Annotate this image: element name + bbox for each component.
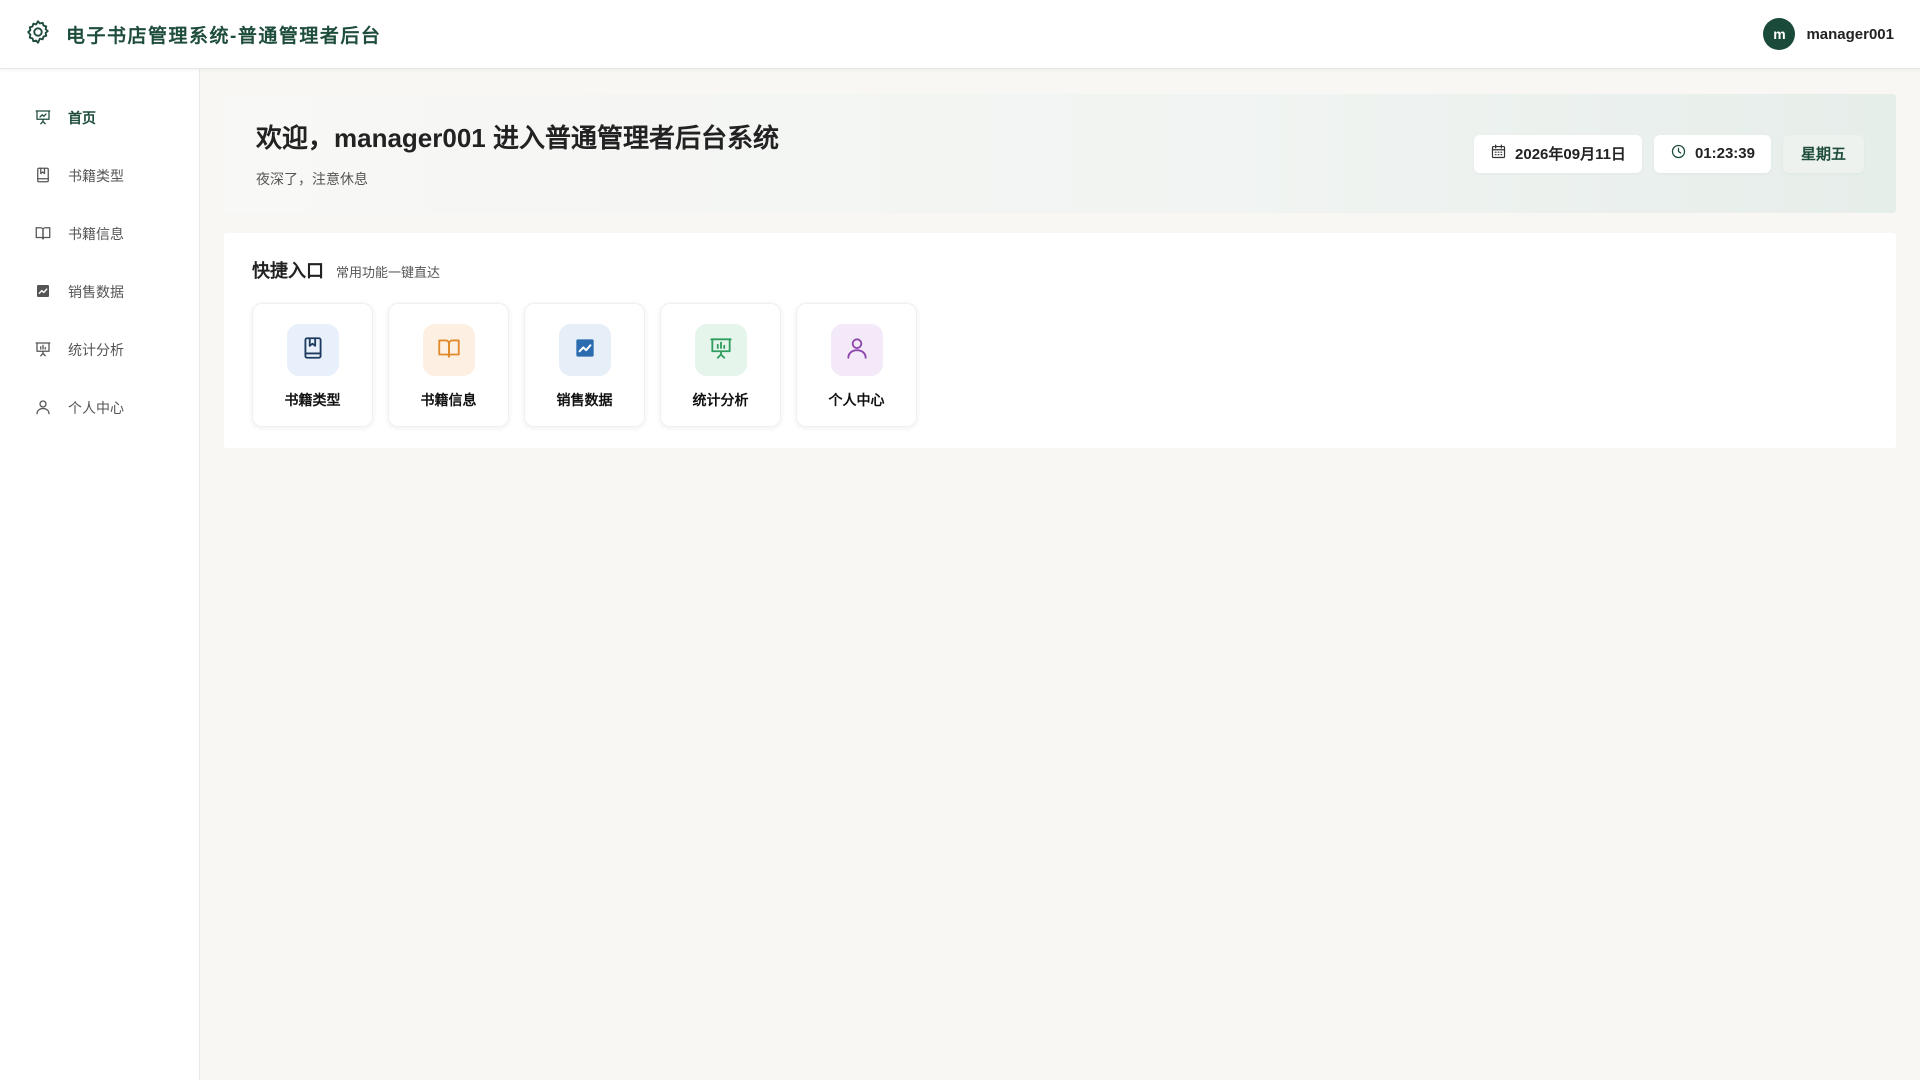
open-book-icon (34, 224, 52, 245)
welcome-subtitle: 夜深了，注意休息 (256, 171, 368, 187)
date-text: 2026年09月11日 (1515, 146, 1626, 163)
card-icon-tile (694, 324, 747, 376)
user-icon (34, 398, 52, 419)
sidebar-item-book-info[interactable]: 书籍信息 (0, 205, 199, 263)
quick-card-label: 个人中心 (828, 392, 885, 408)
bookmark-book-icon (300, 335, 326, 366)
sidebar-item-label: 书籍类型 (68, 168, 124, 184)
welcome-banner: 欢迎，manager001 进入普通管理者后台系统 夜深了，注意休息 2026年… (224, 94, 1896, 213)
quick-card-profile[interactable]: 个人中心 (796, 303, 917, 427)
sidebar-item-label: 首页 (68, 110, 96, 126)
quick-access-subtitle: 常用功能一键直达 (336, 265, 441, 280)
sidebar: 首页 书籍类型 书籍信息 销售数据 统计分析 个人中心 (0, 69, 200, 1080)
card-icon-tile (558, 324, 611, 376)
quick-access-header: 快捷入口 常用功能一键直达 (252, 257, 1868, 283)
gear-icon (24, 18, 52, 51)
sidebar-item-statistics[interactable]: 统计分析 (0, 321, 199, 379)
card-icon-tile (422, 324, 475, 376)
sidebar-item-profile[interactable]: 个人中心 (0, 379, 199, 437)
quick-card-label: 书籍类型 (284, 392, 341, 408)
quick-card-label: 书籍信息 (420, 392, 477, 408)
quick-card-label: 统计分析 (692, 392, 749, 408)
quick-card-book-info[interactable]: 书籍信息 (388, 303, 509, 427)
sidebar-item-label: 销售数据 (68, 284, 124, 300)
card-icon-tile (830, 324, 883, 376)
quick-access-title: 快捷入口 (252, 261, 324, 281)
line-chart-icon (34, 282, 52, 303)
quick-card-statistics[interactable]: 统计分析 (660, 303, 781, 427)
bookmark-book-icon (34, 166, 52, 187)
open-book-icon (436, 335, 462, 366)
brand[interactable]: 电子书店管理系统-普通管理者后台 (24, 18, 381, 51)
user-menu[interactable]: m manager001 (1763, 18, 1894, 50)
weekday-chip: 星期五 (1782, 134, 1864, 173)
sidebar-item-label: 书籍信息 (68, 226, 124, 242)
sidebar-item-book-types[interactable]: 书籍类型 (0, 147, 199, 205)
sidebar-item-label: 统计分析 (68, 342, 124, 358)
welcome-title: 欢迎，manager001 进入普通管理者后台系统 (256, 123, 779, 153)
presentation-chart-icon (34, 108, 52, 129)
sidebar-item-home[interactable]: 首页 (0, 89, 199, 147)
calendar-icon (1490, 143, 1507, 164)
quick-access-cards: 书籍类型 书籍信息 销售数据 统计分析 个人中心 (252, 303, 1868, 427)
main-content: 欢迎，manager001 进入普通管理者后台系统 夜深了，注意休息 2026年… (200, 69, 1920, 1080)
app-title: 电子书店管理系统-普通管理者后台 (66, 25, 382, 47)
user-icon (844, 335, 870, 366)
presentation-chart-icon (34, 340, 52, 361)
quick-access-panel: 快捷入口 常用功能一键直达 书籍类型 书籍信息 销售数据 统计分析 个人中心 (224, 233, 1896, 448)
quick-card-label: 销售数据 (556, 392, 613, 408)
date-chip: 2026年09月11日 (1474, 134, 1642, 173)
time-chip: 01:23:39 (1653, 134, 1771, 173)
line-chart-icon (572, 335, 598, 366)
datetime-chips: 2026年09月11日 01:23:39 星期五 (1474, 134, 1864, 173)
username[interactable]: manager001 (1806, 26, 1894, 43)
time-text: 01:23:39 (1694, 145, 1755, 162)
quick-card-sales-data[interactable]: 销售数据 (524, 303, 645, 427)
weekday-text: 星期五 (1800, 146, 1846, 163)
quick-card-book-types[interactable]: 书籍类型 (252, 303, 373, 427)
clock-icon (1670, 143, 1687, 164)
welcome-text: 欢迎，manager001 进入普通管理者后台系统 夜深了，注意休息 (256, 118, 779, 189)
sidebar-item-label: 个人中心 (68, 400, 124, 416)
sidebar-item-sales-data[interactable]: 销售数据 (0, 263, 199, 321)
avatar[interactable]: m (1763, 18, 1796, 50)
top-header: 电子书店管理系统-普通管理者后台 m manager001 (0, 0, 1920, 69)
presentation-chart-icon (708, 335, 734, 366)
card-icon-tile (286, 324, 339, 376)
